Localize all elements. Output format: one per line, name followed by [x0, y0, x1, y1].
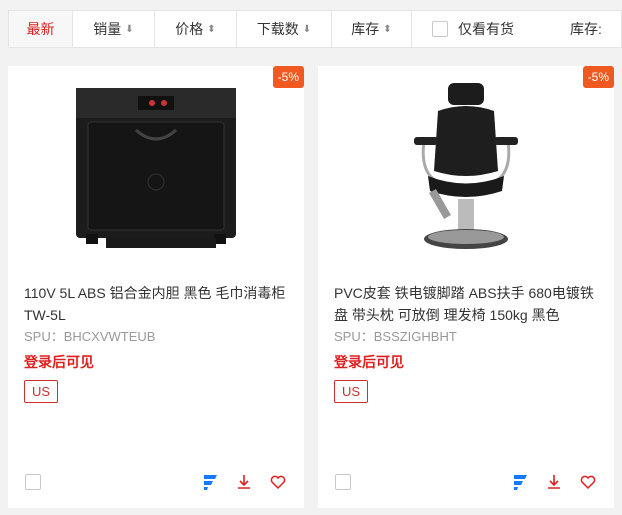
sort-updown-icon: ⬍: [383, 23, 392, 35]
heart-icon[interactable]: [578, 472, 598, 492]
arrow-down-icon: ⬇: [125, 23, 134, 35]
sort-latest-label: 最新: [26, 21, 55, 37]
in-stock-filter[interactable]: 仅看有货: [412, 11, 562, 47]
login-to-view[interactable]: 登录后可见: [24, 352, 94, 372]
sort-updown-icon: ⬍: [207, 23, 216, 35]
card-actions: [510, 472, 598, 492]
login-to-view[interactable]: 登录后可见: [334, 352, 404, 372]
sort-downloads-label: 下载数: [256, 21, 299, 37]
in-stock-label: 仅看有货: [458, 21, 514, 37]
heart-icon[interactable]: [268, 472, 288, 492]
discount-badge: -5%: [272, 66, 304, 88]
product-card[interactable]: -5% 110V 5L ABS 铝合金内胆 黑色 毛巾消毒柜 TW-5L SPU…: [8, 66, 304, 508]
in-stock-checkbox[interactable]: [432, 21, 448, 37]
sort-latest[interactable]: 最新: [9, 11, 73, 47]
download-icon[interactable]: [544, 472, 564, 492]
download-icon[interactable]: [234, 472, 254, 492]
card-actions: [200, 472, 288, 492]
towel-cabinet-image: [76, 88, 236, 248]
region-tag: US: [24, 380, 59, 403]
select-checkbox[interactable]: [335, 474, 351, 490]
brand-f-icon[interactable]: [510, 472, 530, 492]
product-card[interactable]: -5% PVC皮套 铁电镀脚踏 ABS扶手 680电镀铁盘 带头枕 可放倒 理发…: [318, 66, 614, 508]
select-checkbox[interactable]: [25, 474, 41, 490]
sort-price-label: 价格: [175, 21, 204, 37]
sort-price[interactable]: 价格 ⬍: [155, 11, 237, 47]
sort-sales-label: 销量: [93, 21, 122, 37]
brand-f-icon[interactable]: [200, 472, 220, 492]
sort-stock[interactable]: 库存 ⬍: [332, 11, 412, 47]
stock-filter-label: 库存:: [570, 21, 602, 37]
discount-badge: -5%: [582, 66, 614, 88]
product-title[interactable]: PVC皮套 铁电镀脚踏 ABS扶手 680电镀铁盘 带头枕 可放倒 理发椅 15…: [334, 282, 604, 326]
sort-bar: 最新 销量 ⬇ 价格 ⬍ 下载数 ⬇ 库存 ⬍ 仅看有货 库存:: [8, 10, 622, 48]
product-image[interactable]: [318, 66, 614, 276]
sort-sales[interactable]: 销量 ⬇: [73, 11, 155, 47]
region-tag: US: [334, 380, 369, 403]
product-title[interactable]: 110V 5L ABS 铝合金内胆 黑色 毛巾消毒柜 TW-5L: [24, 282, 294, 326]
product-spu: SPU：BSSZIGHBHT: [334, 329, 457, 344]
sort-stock-label: 库存: [351, 21, 380, 37]
barber-chair-image: [414, 83, 518, 249]
product-spu: SPU：BHCXVWTEUB: [24, 329, 156, 344]
sort-downloads[interactable]: 下载数 ⬇: [237, 11, 332, 47]
product-image[interactable]: [8, 66, 304, 276]
arrow-down-icon: ⬇: [302, 23, 312, 35]
